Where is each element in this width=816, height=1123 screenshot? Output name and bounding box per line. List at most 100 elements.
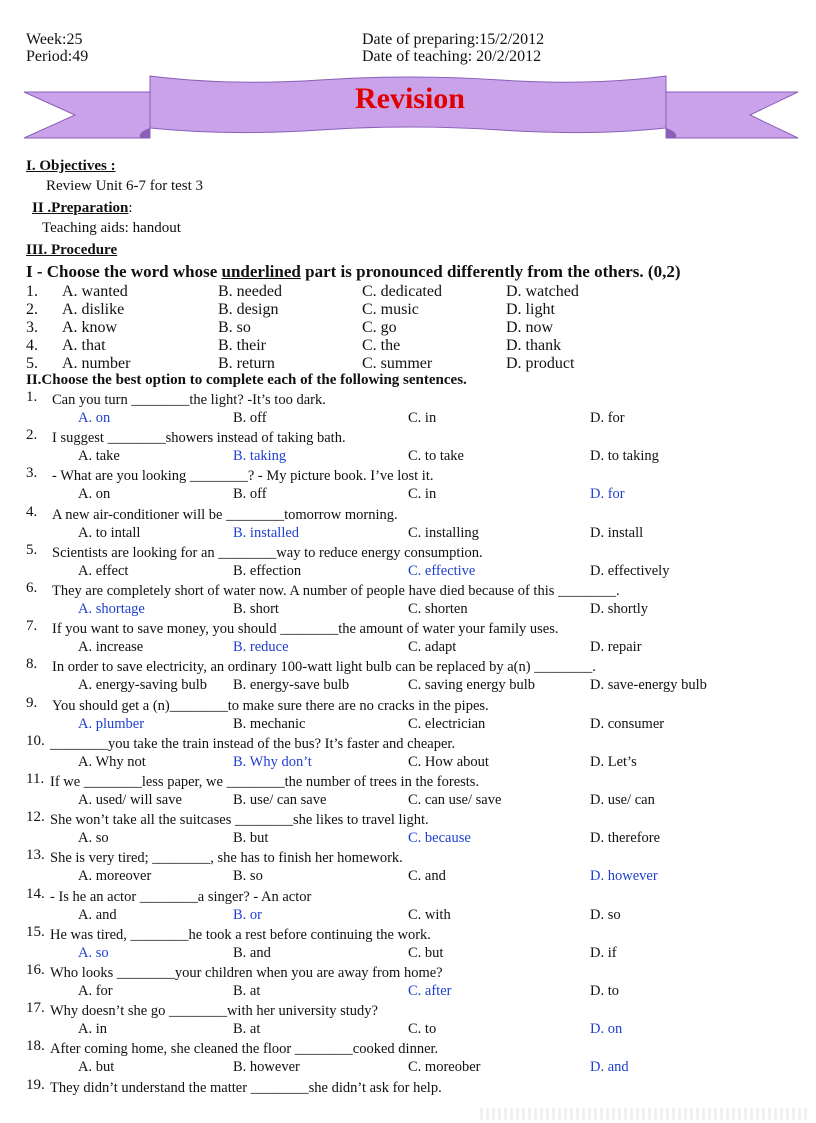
answer-option: A. increase — [78, 639, 144, 656]
question-stem: He was tired, ________he took a rest bef… — [50, 926, 431, 943]
part2-heading: II.Choose the best option to complete ea… — [26, 372, 467, 388]
part1-heading-post: part is pronounced differently from the … — [300, 262, 681, 281]
part1-option: D. product — [506, 355, 575, 372]
part1-option: D. now — [506, 319, 554, 336]
answer-option: A. used/ will save — [78, 792, 182, 808]
question-stem: If you want to save money, you should __… — [52, 621, 559, 638]
answer-option: A. to intall — [78, 524, 141, 541]
answer-option: D. for — [590, 410, 625, 426]
answer-option-correct: D. and — [590, 1059, 629, 1076]
answer-option-correct: B. taking — [233, 448, 287, 465]
question-stem: Scientists are looking for an ________wa… — [52, 544, 483, 561]
answer-option: C. to take — [408, 448, 464, 465]
question-stem: She won’t take all the suitcases _______… — [50, 812, 429, 829]
answer-option: D. therefore — [590, 830, 661, 847]
question-stem: A new air-conditioner will be ________to… — [52, 506, 398, 523]
procedure-heading: III. Procedure — [26, 242, 118, 258]
question-stem: They are completely short of water now. … — [52, 583, 620, 599]
answer-option: C. How about — [408, 753, 489, 770]
answer-option: D. Let’s — [590, 753, 637, 770]
answer-option: C. with — [408, 906, 451, 923]
answer-option-correct: B. or — [233, 906, 262, 923]
week-label: Week:25 — [26, 31, 83, 48]
answer-option: C. and — [408, 868, 446, 885]
part1-row-number: 4. — [26, 337, 38, 354]
question-stem: They didn’t understand the matter ______… — [50, 1079, 442, 1096]
answer-option: D. repair — [590, 639, 642, 656]
question-number: 11. — [26, 771, 45, 787]
answer-option-correct: B. reduce — [233, 639, 289, 656]
page-footer-marks — [480, 1108, 810, 1120]
question-number: 9. — [26, 694, 38, 711]
question-stem: You should get a (n)________to make sure… — [52, 697, 489, 714]
question-stem: Who looks ________your children when you… — [50, 965, 443, 981]
answer-option-correct: D. on — [590, 1021, 623, 1038]
answer-option: B. short — [233, 601, 279, 617]
answer-option: D. install — [590, 524, 644, 541]
answer-option: C. in — [408, 410, 437, 426]
answer-option: B. however — [233, 1059, 300, 1076]
question-number: 3. — [26, 465, 38, 482]
answer-option: B. effection — [233, 562, 302, 579]
part1-option: A. know — [62, 319, 118, 336]
answer-option: C. can use/ save — [408, 792, 502, 808]
period-label: Period:49 — [26, 48, 89, 65]
preparation-text: Teaching aids: handout — [42, 220, 181, 236]
part1-option: D. watched — [506, 283, 579, 300]
answer-option: A. effect — [78, 562, 129, 579]
answer-option-correct: A. shortage — [78, 601, 145, 617]
part1-heading-pre: I - Choose the word whose — [26, 262, 222, 281]
question-number: 6. — [26, 580, 38, 596]
date-teaching: Date of teaching: 20/2/2012 — [362, 48, 542, 65]
part1-option: C. summer — [362, 355, 433, 372]
answer-option: B. so — [233, 868, 263, 885]
objectives-text: Review Unit 6-7 for test 3 — [46, 178, 204, 194]
answer-option-correct: B. installed — [233, 524, 300, 541]
part1-row-number: 3. — [26, 319, 38, 336]
question-number: 2. — [26, 427, 38, 444]
answer-option: D. so — [590, 906, 621, 923]
answer-option-correct: A. so — [78, 944, 109, 961]
part1-option: B. their — [218, 337, 266, 354]
answer-option: A. but — [78, 1059, 115, 1076]
answer-option: B. energy-save bulb — [233, 677, 350, 694]
answer-option: D. save-energy bulb — [590, 677, 707, 694]
part1-option: A. number — [62, 355, 131, 372]
answer-option: B. at — [233, 1021, 261, 1038]
answer-option: D. use/ can — [590, 792, 655, 808]
question-stem: If we ________less paper, we ________the… — [50, 774, 480, 790]
part1-option: B. return — [218, 355, 275, 372]
question-stem: - What are you looking ________? - My pi… — [52, 468, 434, 485]
answer-option: B. off — [233, 486, 267, 503]
part1-option: C. go — [362, 319, 397, 336]
answer-option: B. mechanic — [233, 715, 306, 732]
answer-option: C. shorten — [408, 601, 468, 617]
question-number: 5. — [26, 541, 38, 558]
preparation-heading-wrap: II .Preparation: — [32, 200, 133, 217]
question-stem: In order to save electricity, an ordinar… — [52, 659, 596, 676]
answer-option: B. use/ can save — [233, 792, 327, 808]
question-number: 10. — [26, 732, 45, 749]
question-number: 18. — [26, 1038, 45, 1055]
question-number: 12. — [26, 809, 45, 826]
question-number: 14. — [26, 885, 45, 902]
part1-option: B. needed — [218, 283, 282, 300]
answer-option: B. at — [233, 983, 261, 999]
part1-option: A. wanted — [62, 283, 128, 300]
answer-option: D. shortly — [590, 601, 648, 617]
answer-option-correct: C. effective — [408, 562, 476, 579]
question-number: 1. — [26, 389, 38, 405]
answer-option: C. moreober — [408, 1059, 481, 1076]
preparation-heading: II .Preparation — [32, 200, 129, 216]
date-preparing: Date of preparing:15/2/2012 — [362, 31, 545, 48]
part1-row-number: 2. — [26, 301, 38, 318]
answer-option: A. take — [78, 448, 120, 465]
question-stem: ________you take the train instead of th… — [50, 735, 456, 752]
part1-option: C. the — [362, 337, 401, 354]
answer-option: C. electrician — [408, 715, 486, 732]
part1-row-number: 5. — [26, 355, 38, 372]
answer-option: B. and — [233, 944, 271, 961]
answer-option: C. saving energy bulb — [408, 677, 535, 694]
question-stem: Can you turn ________the light? -It’s to… — [52, 392, 326, 408]
question-number: 15. — [26, 923, 45, 940]
